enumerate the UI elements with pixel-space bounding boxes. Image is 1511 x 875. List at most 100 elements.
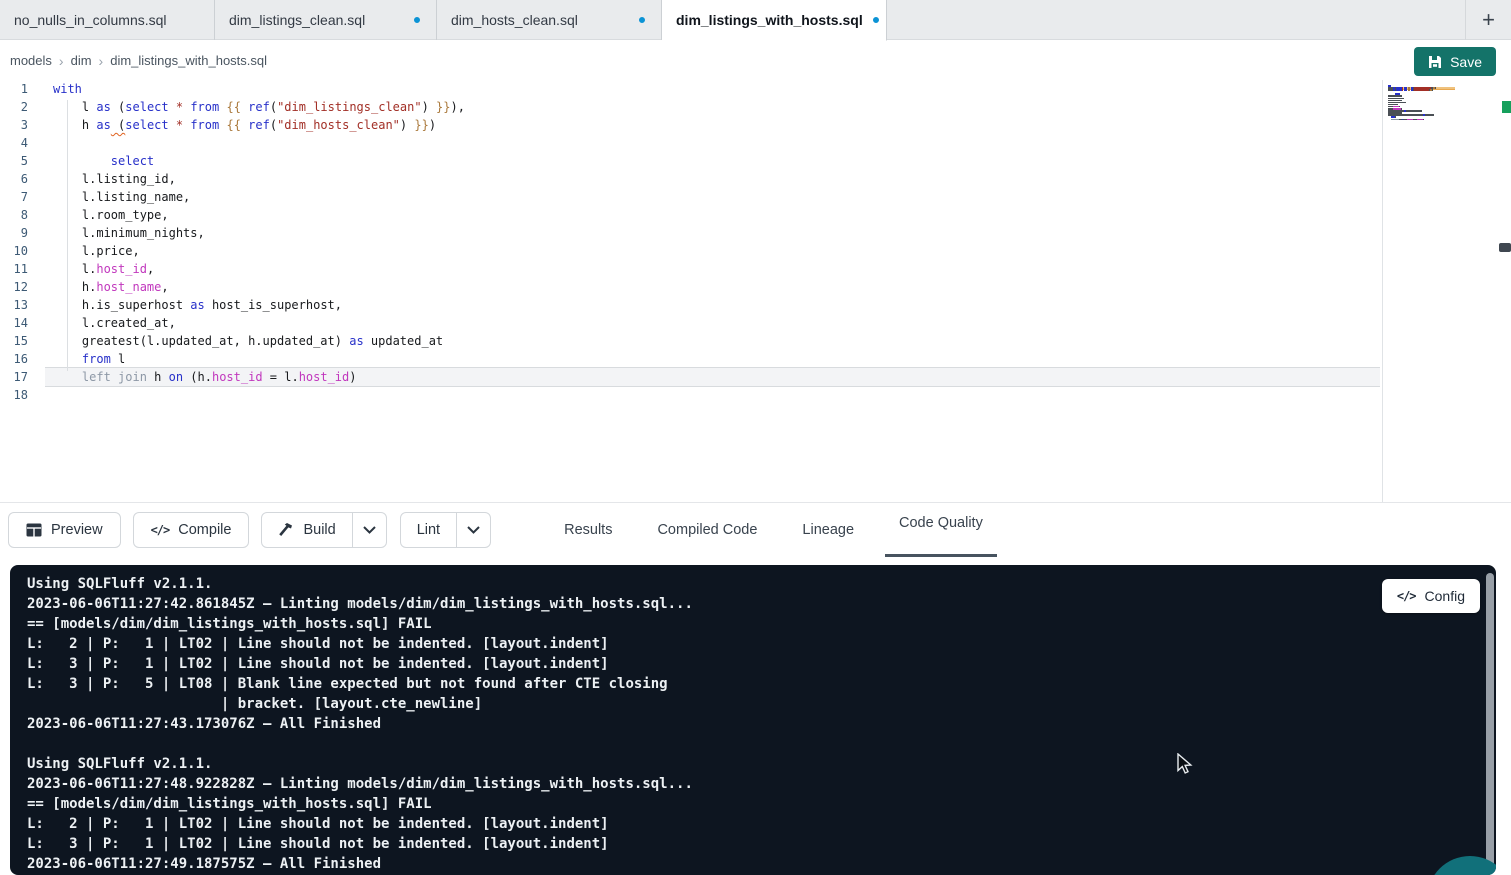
code-text: left join h on (h.host_id = l.host_id): [45, 368, 1380, 386]
line-number: 15: [0, 332, 45, 350]
preview-button[interactable]: Preview: [8, 512, 121, 548]
file-tab-dim_hosts_clean[interactable]: dim_hosts_clean.sql: [437, 0, 662, 40]
code-text: l.minimum_nights,: [45, 224, 1511, 242]
panel-tab-compiled-code[interactable]: Compiled Code: [643, 503, 771, 557]
file-tab-label: dim_listings_clean.sql: [229, 12, 365, 28]
file-tab-label: dim_listings_with_hosts.sql: [676, 12, 863, 28]
code-line-2[interactable]: 2 l as (select * from {{ ref("dim_listin…: [0, 98, 1511, 116]
code-line-1[interactable]: 1with: [0, 80, 1511, 98]
code-line-6[interactable]: 6 l.listing_id,: [0, 170, 1511, 188]
code-text: greatest(l.updated_at, h.updated_at) as …: [45, 332, 1511, 350]
code-line-13[interactable]: 13 h.is_superhost as host_is_superhost,: [0, 296, 1511, 314]
line-number: 13: [0, 296, 45, 314]
table-icon: [26, 523, 42, 537]
new-tab-button[interactable]: +: [1465, 0, 1511, 40]
breadcrumb-models[interactable]: models: [10, 53, 52, 68]
chevron-right-icon: ›: [99, 53, 104, 69]
panel-tab-results[interactable]: Results: [550, 503, 626, 557]
chevron-down-icon: [363, 526, 376, 534]
code-line-8[interactable]: 8 l.room_type,: [0, 206, 1511, 224]
lint-split-button: Lint: [400, 512, 491, 548]
unsaved-changes-dot-icon[interactable]: [639, 17, 645, 23]
panel-tab-bar: Results Compiled Code Lineage Code Quality: [550, 503, 1014, 557]
code-text: h as (select * from {{ ref("dim_hosts_cl…: [45, 116, 1511, 134]
file-tab-dim_listings_with_hosts[interactable]: dim_listings_with_hosts.sql: [662, 0, 887, 41]
code-line-9[interactable]: 9 l.minimum_nights,: [0, 224, 1511, 242]
file-tab-bar: no_nulls_in_columns.sql dim_listings_clea…: [0, 0, 1511, 40]
line-number: 14: [0, 314, 45, 332]
build-button[interactable]: Build: [262, 513, 351, 547]
line-number: 3: [0, 116, 45, 134]
code-line-5[interactable]: 5 select: [0, 152, 1511, 170]
lint-dropdown-button[interactable]: [456, 513, 490, 547]
chevron-down-icon: [467, 526, 480, 534]
code-line-4[interactable]: 4: [0, 134, 1511, 152]
line-number: 6: [0, 170, 45, 188]
code-line-7[interactable]: 7 l.listing_name,: [0, 188, 1511, 206]
breadcrumb-bar: models › dim › dim_listings_with_hosts.s…: [0, 41, 1511, 80]
code-line-16[interactable]: 16 from l: [0, 350, 1511, 368]
breadcrumb-dim[interactable]: dim: [71, 53, 92, 68]
line-number: 4: [0, 134, 45, 152]
code-line-14[interactable]: 14 l.created_at,: [0, 314, 1511, 332]
code-line-10[interactable]: 10 l.price,: [0, 242, 1511, 260]
code-text: l as (select * from {{ ref("dim_listings…: [45, 98, 1511, 116]
line-number: 18: [0, 386, 45, 404]
code-text: [45, 134, 1511, 152]
panel-tab-code-quality[interactable]: Code Quality: [885, 503, 997, 557]
save-button[interactable]: Save: [1414, 47, 1496, 76]
line-number: 2: [0, 98, 45, 116]
minimap-divider: [1382, 80, 1383, 502]
unsaved-changes-dot-icon[interactable]: [414, 17, 420, 23]
code-line-17[interactable]: 17 left join h on (h.host_id = l.host_id…: [0, 368, 1511, 386]
scrollbar-change-marker: [1502, 101, 1511, 113]
config-button[interactable]: </> Config: [1382, 579, 1480, 613]
line-number: 7: [0, 188, 45, 206]
build-dropdown-button[interactable]: [352, 513, 386, 547]
terminal-output: Using SQLFluff v2.1.1. 2023-06-06T11:27:…: [10, 565, 1496, 874]
minimap[interactable]: [1388, 85, 1455, 123]
line-number: 17: [0, 368, 45, 386]
line-number: 1: [0, 80, 45, 98]
panel-tab-lineage[interactable]: Lineage: [788, 503, 868, 557]
code-line-12[interactable]: 12 h.host_name,: [0, 278, 1511, 296]
line-number: 5: [0, 152, 45, 170]
terminal-scrollbar-thumb[interactable]: [1486, 573, 1494, 869]
code-text: h.host_name,: [45, 278, 1511, 296]
code-line-11[interactable]: 11 l.host_id,: [0, 260, 1511, 278]
unsaved-changes-dot-icon[interactable]: [873, 17, 879, 23]
code-text: l.host_id,: [45, 260, 1511, 278]
lint-button[interactable]: Lint: [401, 513, 456, 547]
code-quality-terminal[interactable]: Using SQLFluff v2.1.1. 2023-06-06T11:27:…: [10, 565, 1496, 875]
code-text: h.is_superhost as host_is_superhost,: [45, 296, 1511, 314]
code-line-3[interactable]: 3 h as (select * from {{ ref("dim_hosts_…: [0, 116, 1511, 134]
line-number: 10: [0, 242, 45, 260]
hammer-icon: [278, 522, 294, 538]
code-line-18[interactable]: 18: [0, 386, 1511, 404]
code-line-15[interactable]: 15 greatest(l.updated_at, h.updated_at) …: [0, 332, 1511, 350]
dbt-ide-window: no_nulls_in_columns.sql dim_listings_clea…: [0, 0, 1511, 875]
code-editor[interactable]: 1with2 l as (select * from {{ ref("dim_l…: [0, 80, 1511, 502]
code-lines: 1with2 l as (select * from {{ ref("dim_l…: [0, 80, 1511, 404]
code-icon: </>: [151, 523, 170, 537]
code-text: from l: [45, 350, 1511, 368]
code-text: select: [45, 152, 1511, 170]
code-text: with: [45, 80, 1511, 98]
file-tab-dim_listings_clean[interactable]: dim_listings_clean.sql: [215, 0, 437, 40]
editor-scrollbar-thumb[interactable]: [1499, 243, 1511, 252]
floppy-disk-icon: [1428, 55, 1442, 69]
file-tab-no_nulls_in_columns[interactable]: no_nulls_in_columns.sql: [0, 0, 215, 40]
file-tab-label: no_nulls_in_columns.sql: [14, 12, 167, 28]
line-number: 9: [0, 224, 45, 242]
code-icon: </>: [1397, 589, 1416, 603]
line-number: 8: [0, 206, 45, 224]
action-toolbar: Preview </> Compile Build Lint: [0, 502, 1511, 556]
breadcrumb-filename: dim_listings_with_hosts.sql: [110, 53, 267, 68]
minimap-line: [1388, 121, 1455, 123]
compile-button[interactable]: </> Compile: [133, 512, 250, 548]
line-number: 11: [0, 260, 45, 278]
line-number: 12: [0, 278, 45, 296]
code-text: l.price,: [45, 242, 1511, 260]
code-text: l.listing_name,: [45, 188, 1511, 206]
code-text: l.room_type,: [45, 206, 1511, 224]
